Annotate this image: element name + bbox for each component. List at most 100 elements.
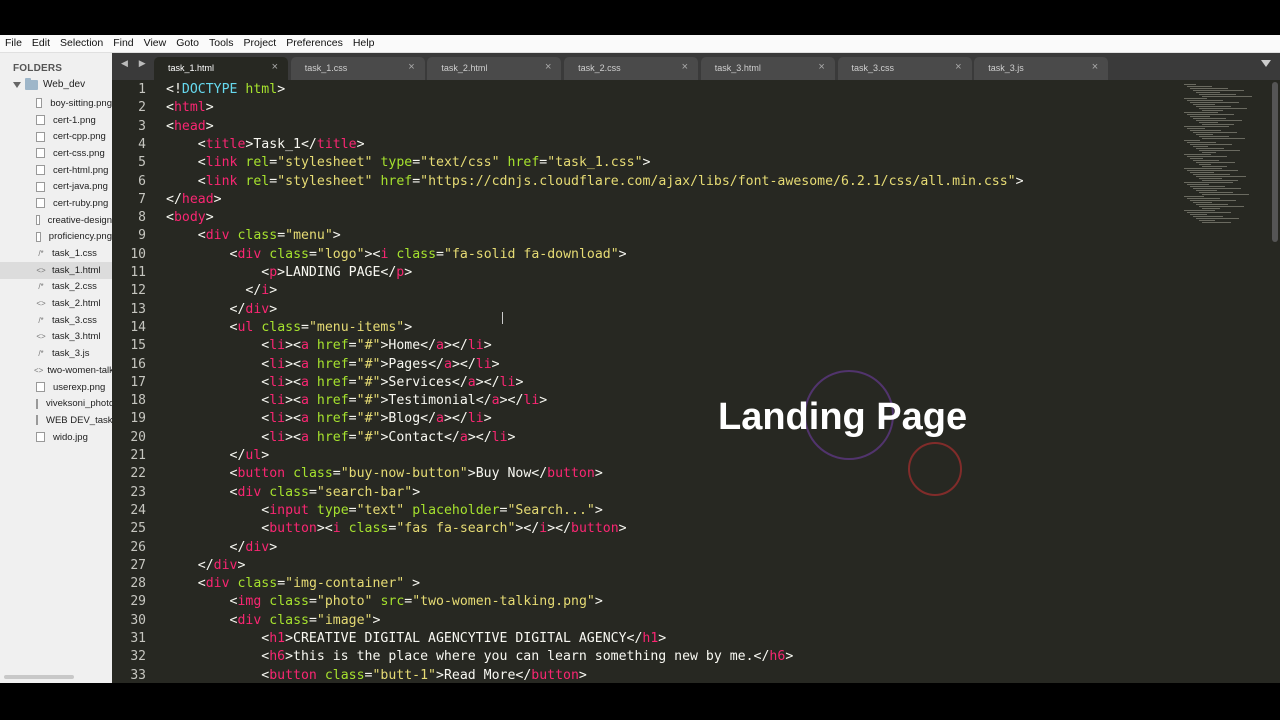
code-token: button bbox=[547, 466, 595, 482]
tab-close-icon[interactable]: × bbox=[545, 61, 551, 73]
code-line[interactable]: </div> bbox=[166, 539, 278, 557]
file-item[interactable]: <> task_2.html bbox=[0, 295, 112, 312]
code-line[interactable]: <p>LANDING PAGE</p> bbox=[166, 264, 412, 282]
file-item[interactable]: cert-ruby.png bbox=[0, 195, 112, 212]
code-token: = bbox=[308, 594, 317, 610]
folder-web-dev[interactable]: Web_dev bbox=[13, 77, 85, 90]
tab-task-3-js[interactable]: task_3.js × bbox=[974, 57, 1109, 80]
code-line[interactable]: <!DOCTYPE html> bbox=[166, 81, 285, 99]
file-item[interactable]: cert-html.png bbox=[0, 162, 112, 179]
menu-help[interactable]: Help bbox=[348, 35, 380, 52]
code-line[interactable]: <button class="buy-now-button">Buy Now</… bbox=[166, 465, 603, 483]
code-line[interactable]: </ul> bbox=[166, 447, 270, 465]
expand-triangle-icon[interactable] bbox=[13, 81, 21, 88]
file-item[interactable]: viveksoni_photo bbox=[0, 395, 112, 412]
code-line[interactable]: <h1>CREATIVE DIGITAL AGENCYTIVE DIGITAL … bbox=[166, 630, 666, 648]
file-item[interactable]: cert-cpp.png bbox=[0, 128, 112, 145]
file-item[interactable]: <> task_1.html bbox=[0, 261, 112, 279]
file-item[interactable]: cert-java.png bbox=[0, 178, 112, 195]
file-item[interactable]: WEB DEV_task bbox=[0, 412, 112, 429]
code-line[interactable]: <div class="img-container" > bbox=[166, 575, 420, 593]
code-line[interactable]: <div class="menu"> bbox=[166, 227, 341, 245]
tab-close-icon[interactable]: × bbox=[408, 61, 414, 73]
comment-file-icon: /* bbox=[38, 349, 44, 359]
tab-close-icon[interactable]: × bbox=[272, 61, 278, 73]
code-line[interactable]: <div class="image"> bbox=[166, 612, 381, 630]
code-editor[interactable]: 1 2 3 4 5 6 7 8 9 10 11 12 13 14 15 16 17 18 19 20 21 22 23 24 2… bbox=[112, 80, 1280, 683]
menu-goto[interactable]: Goto bbox=[171, 35, 204, 52]
code-line[interactable]: <li><a href="#">Services</a></li> bbox=[166, 374, 523, 392]
menu-file[interactable]: File bbox=[0, 35, 27, 52]
code-line[interactable]: <li><a href="#">Contact</a></li> bbox=[166, 429, 515, 447]
code-line[interactable]: <body> bbox=[166, 209, 214, 227]
minimap-line bbox=[1196, 176, 1246, 177]
tab-task-3-html[interactable]: task_3.html × bbox=[700, 57, 835, 80]
code-line[interactable]: <link rel="stylesheet" href="https://cdn… bbox=[166, 173, 1024, 191]
code-line[interactable]: <li><a href="#">Blog</a></li> bbox=[166, 410, 491, 428]
file-item[interactable]: <> task_3.html bbox=[0, 329, 112, 346]
editor-vertical-scrollbar[interactable] bbox=[1272, 82, 1278, 242]
code-line[interactable]: </head> bbox=[166, 191, 222, 209]
code-line[interactable]: </i> bbox=[166, 282, 277, 300]
file-item[interactable]: cert-css.png bbox=[0, 145, 112, 162]
file-item[interactable]: creative-design bbox=[0, 212, 112, 229]
sidebar-horizontal-scrollbar[interactable] bbox=[4, 675, 74, 679]
code-token: = bbox=[436, 246, 444, 262]
tab-nav-arrows-icon[interactable]: ◀ ▶ bbox=[121, 59, 150, 69]
minimap[interactable] bbox=[1176, 80, 1268, 230]
file-item[interactable]: boy-sitting.png bbox=[0, 95, 112, 112]
menu-view[interactable]: View bbox=[139, 35, 172, 52]
tab-task-2-css[interactable]: task_2.css × bbox=[564, 57, 699, 80]
menu-selection[interactable]: Selection bbox=[55, 35, 108, 52]
code-token: a bbox=[301, 429, 309, 445]
file-item[interactable]: /* task_2.css bbox=[0, 279, 112, 296]
code-line[interactable]: <button class="butt-1">Read More</button… bbox=[166, 667, 587, 683]
code-line[interactable]: <div class="search-bar"> bbox=[166, 484, 421, 502]
code-line[interactable]: <input type="text" placeholder="Search..… bbox=[166, 502, 603, 520]
file-item[interactable]: proficiency.png bbox=[0, 229, 112, 246]
code-line[interactable]: <div class="logo"><i class="fa-solid fa-… bbox=[166, 246, 627, 264]
markup-file-icon: <> bbox=[34, 365, 44, 375]
tab-dropdown-icon[interactable] bbox=[1261, 60, 1271, 67]
menu-find[interactable]: Find bbox=[108, 35, 138, 52]
code-token: < bbox=[166, 502, 270, 518]
code-line[interactable]: <ul class="menu-items"> bbox=[166, 319, 413, 337]
tab-close-icon[interactable]: × bbox=[818, 61, 824, 73]
code-line[interactable]: <li><a href="#">Pages</a></li> bbox=[166, 356, 499, 374]
menu-tools[interactable]: Tools bbox=[204, 35, 239, 52]
file-item[interactable]: /* task_3.css bbox=[0, 312, 112, 329]
code-line[interactable]: <li><a href="#">Home</a></li> bbox=[166, 337, 491, 355]
code-line[interactable]: <img class="photo" src="two-women-talkin… bbox=[166, 593, 603, 611]
code-line[interactable]: <html> bbox=[166, 99, 214, 117]
menu-edit[interactable]: Edit bbox=[27, 35, 55, 52]
code-line[interactable]: <h6>this is the place where you can lear… bbox=[166, 648, 793, 666]
tab-task-1-html[interactable]: task_1.html × bbox=[154, 57, 288, 80]
code-line[interactable]: <li><a href="#">Testimonial</a></li> bbox=[166, 392, 547, 410]
code-line[interactable]: </div> bbox=[166, 301, 278, 319]
code-line[interactable]: <link rel="stylesheet" type="text/css" h… bbox=[166, 154, 651, 172]
file-item[interactable]: <>two-women-talking bbox=[0, 362, 112, 379]
code-token: div bbox=[205, 228, 230, 244]
code-token: a bbox=[301, 374, 309, 390]
code-token: < bbox=[166, 319, 238, 335]
file-item[interactable]: cert-1.png bbox=[0, 112, 112, 129]
tab-task-2-html[interactable]: task_2.html × bbox=[427, 57, 562, 80]
code-line[interactable]: <head> bbox=[166, 118, 214, 136]
code-line[interactable]: <button><i class="fas fa-search"></i></b… bbox=[166, 520, 626, 538]
tab-task-3-css[interactable]: task_3.css × bbox=[837, 57, 972, 80]
code-line[interactable]: </div> bbox=[166, 557, 246, 575]
file-item[interactable]: /* task_1.css bbox=[0, 245, 112, 262]
menu-preferences[interactable]: Preferences bbox=[281, 35, 348, 52]
tab-close-icon[interactable]: × bbox=[955, 61, 961, 73]
menu-project[interactable]: Project bbox=[239, 35, 282, 52]
tab-close-icon[interactable]: × bbox=[1092, 61, 1098, 73]
code-line[interactable]: <title>Task_1</title> bbox=[166, 136, 365, 154]
line-number: 25 bbox=[130, 521, 146, 537]
code-token: < bbox=[166, 649, 270, 665]
code-token: < bbox=[166, 210, 174, 226]
tab-close-icon[interactable]: × bbox=[682, 61, 688, 73]
tab-task-1-css[interactable]: task_1.css × bbox=[290, 57, 425, 80]
file-item[interactable]: /* task_3.js bbox=[0, 345, 112, 362]
file-item[interactable]: wido.jpg bbox=[0, 429, 112, 446]
file-item[interactable]: userexp.png bbox=[0, 379, 112, 396]
